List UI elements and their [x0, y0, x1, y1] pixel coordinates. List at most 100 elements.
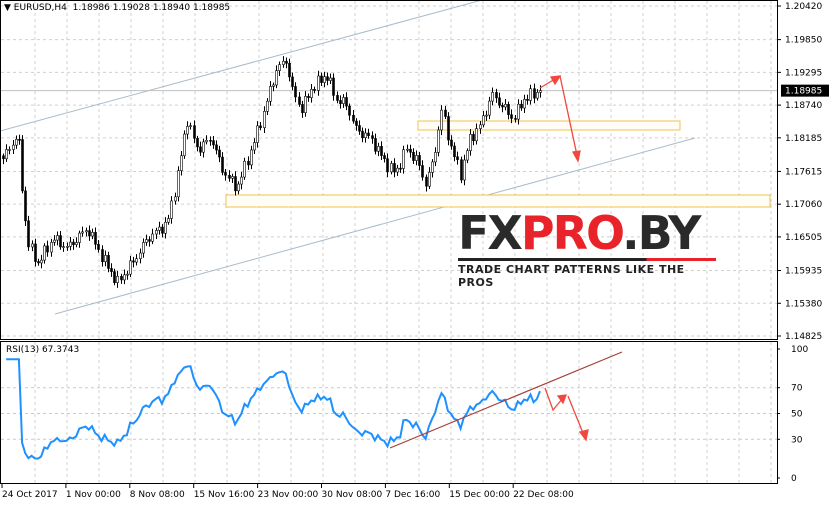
- time-tick-label: 23 Nov 00:00: [258, 490, 319, 500]
- time-tick-label: 1 Nov 00:00: [66, 490, 121, 500]
- candle: [523, 94, 526, 114]
- candle: [294, 82, 297, 103]
- candle: [142, 238, 145, 258]
- price-tick-label: 1.20420: [785, 2, 822, 12]
- price-tick-label: 1.16505: [785, 233, 822, 243]
- fxpro-logo: FXPRO.BY TRADE CHART PATTERNS LIKE THE P…: [458, 210, 716, 289]
- candle: [186, 121, 189, 140]
- arrowhead-up-icon: [549, 75, 562, 86]
- price-tick-label: 1.15380: [785, 299, 822, 309]
- candle: [231, 173, 234, 183]
- resistance-zone[interactable]: [417, 120, 681, 131]
- candle: [272, 82, 275, 92]
- rsi-level-label: 30: [791, 435, 803, 445]
- candle: [94, 227, 97, 250]
- channel-upper-line[interactable]: [0, 0, 483, 132]
- candle: [288, 58, 291, 82]
- candle: [485, 110, 488, 121]
- candle: [27, 215, 30, 251]
- price-tick-label: 1.19850: [785, 36, 822, 46]
- candle: [409, 144, 412, 158]
- candle: [472, 131, 475, 146]
- time-tick-label: 15 Dec 00:00: [449, 490, 510, 500]
- candle: [313, 86, 316, 94]
- candle: [46, 240, 49, 257]
- candle: [393, 158, 396, 178]
- low-price: 1.18940: [152, 3, 191, 13]
- price-axis[interactable]: 1.20420 1.19850 1.19295 1.18740 1.18185 1.176…: [777, 2, 829, 484]
- candle: [444, 105, 447, 120]
- candle: [69, 237, 72, 251]
- candle: [339, 95, 342, 109]
- candle: [453, 142, 456, 162]
- rsi-label: RSI(13) 67.3743: [6, 345, 80, 355]
- candle: [498, 92, 501, 109]
- candle: [256, 121, 259, 148]
- rsi-line: [6, 358, 541, 460]
- candle: [386, 153, 389, 178]
- candle: [263, 106, 266, 133]
- candle: [151, 228, 154, 245]
- price-tick-label: 1.17615: [785, 167, 822, 177]
- candle: [304, 91, 307, 117]
- logo-tagline: TRADE CHART PATTERNS LIKE THE PROS: [458, 263, 685, 289]
- candle: [415, 150, 418, 166]
- candle: [383, 152, 386, 163]
- candle: [215, 140, 218, 155]
- candle: [317, 70, 320, 96]
- candle: [361, 127, 364, 143]
- candle: [434, 147, 437, 167]
- candle: [469, 129, 472, 156]
- candle: [31, 240, 34, 252]
- time-axis[interactable]: 24 Oct 2017 1 Nov 00:00 8 Nov 08:00 15 Nov …: [1, 484, 574, 500]
- candle: [282, 56, 285, 68]
- logo-part3: .BY: [622, 206, 701, 260]
- candle: [482, 111, 485, 128]
- candle: [148, 236, 151, 247]
- candle: [460, 156, 463, 184]
- candle: [253, 138, 256, 154]
- candle: [202, 138, 205, 158]
- rsi-panel: [1, 358, 777, 460]
- candle: [110, 263, 113, 277]
- candle: [266, 98, 269, 116]
- arrowhead-icon: [578, 429, 589, 442]
- candle: [78, 230, 81, 248]
- open-price: 1.18986: [72, 3, 110, 13]
- collapse-arrow-icon[interactable]: ▼: [4, 3, 11, 13]
- current-price-label: 1.18985: [785, 87, 822, 97]
- candle: [123, 269, 126, 285]
- candle: [323, 71, 326, 88]
- time-tick-label: 24 Oct 2017: [2, 490, 58, 500]
- candle: [377, 142, 380, 157]
- candle: [50, 238, 53, 257]
- candle: [139, 248, 142, 264]
- candle: [336, 91, 339, 104]
- close-price: 1.18985: [192, 3, 231, 13]
- candle: [371, 131, 374, 144]
- candle: [501, 102, 504, 113]
- candle: [88, 225, 91, 241]
- candle: [447, 112, 450, 146]
- candle: [72, 238, 75, 250]
- candle: [396, 164, 399, 177]
- rsi-level-label: 100: [791, 345, 808, 355]
- logo-part1: FX: [458, 206, 523, 260]
- candle: [421, 160, 424, 181]
- candle: [132, 256, 135, 268]
- candle: [307, 93, 310, 102]
- logo-part2: PRO: [520, 206, 624, 260]
- candle: [440, 105, 443, 136]
- candle: [174, 192, 177, 205]
- candle: [37, 258, 40, 266]
- candle: [135, 254, 138, 266]
- candle: [224, 168, 227, 181]
- candle: [412, 148, 415, 165]
- candle: [488, 96, 491, 120]
- candle: [18, 134, 21, 145]
- candle: [326, 72, 329, 86]
- candle: [278, 61, 281, 76]
- candle: [348, 103, 351, 121]
- candle: [275, 65, 278, 89]
- candle: [240, 171, 243, 190]
